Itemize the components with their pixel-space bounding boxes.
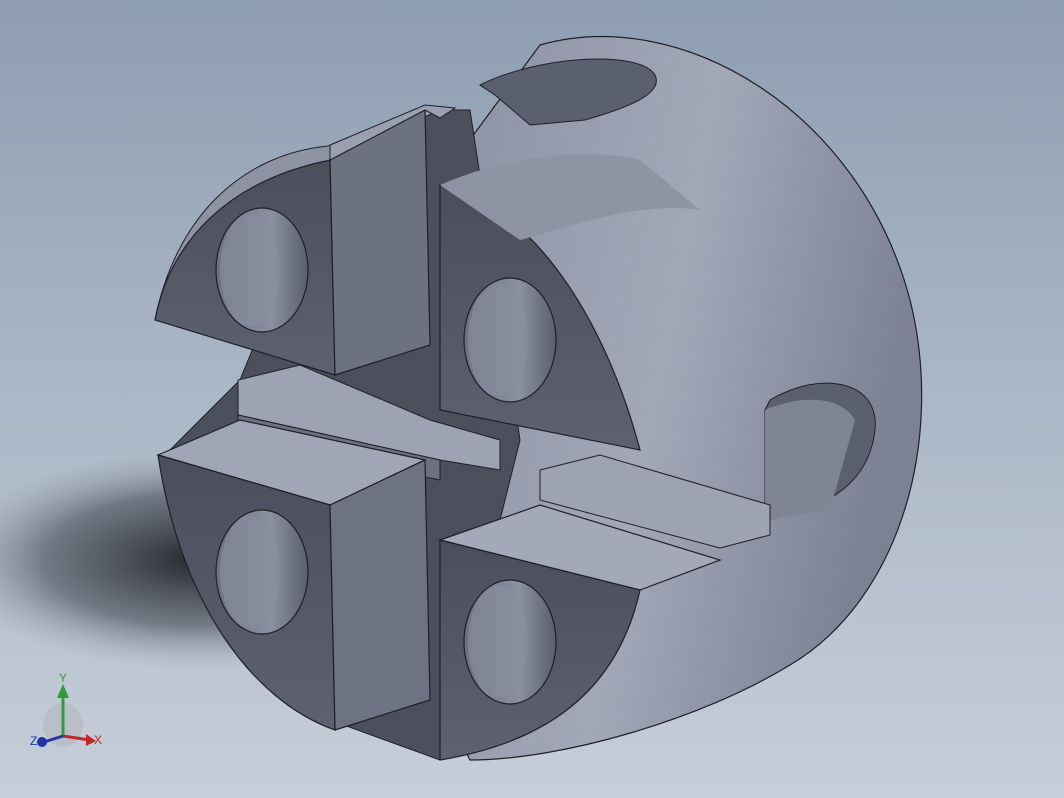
hole-upper-right[interactable] <box>463 277 557 403</box>
hole-upper-left[interactable] <box>215 207 309 333</box>
triad-z-arrow <box>37 737 47 747</box>
3d-model-view[interactable] <box>0 0 1064 798</box>
jaw-lower-left-side <box>329 459 431 731</box>
triad-x-label: X <box>94 733 102 747</box>
hole-lower-left[interactable] <box>215 509 309 635</box>
triad-z-label: Z <box>30 734 37 748</box>
reference-triad[interactable]: Y X Z <box>20 670 120 770</box>
graphics-viewport[interactable]: Y X Z <box>0 0 1064 798</box>
hole-lower-right[interactable] <box>463 579 557 705</box>
triad-y-label: Y <box>59 671 67 685</box>
triad-y-arrow <box>57 684 69 698</box>
